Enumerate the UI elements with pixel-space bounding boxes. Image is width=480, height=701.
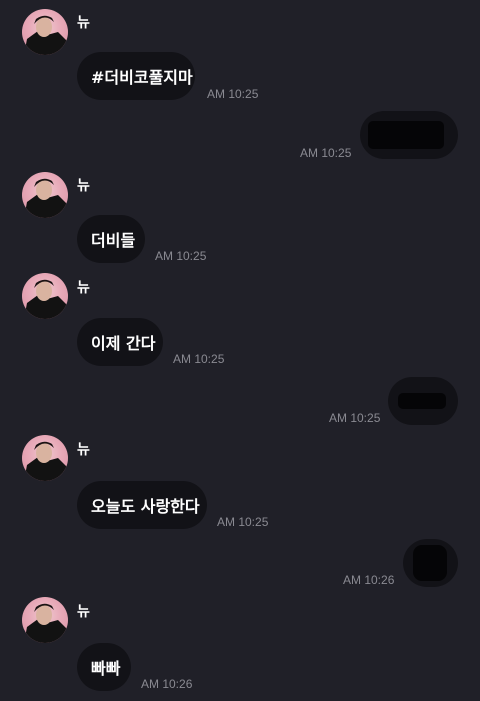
profile-photo [24,441,68,481]
redaction-mark [413,545,447,581]
own-message-bubble[interactable] [360,111,458,159]
redaction-mark [398,393,446,409]
profile-photo [24,279,68,319]
sender-name: 뉴 [77,280,90,296]
message-text: #더비코풀지마 [91,68,193,87]
message-text: 더비들 [91,231,136,250]
avatar[interactable] [22,597,68,643]
message-text: 오늘도 사랑한다 [91,497,200,516]
message-time: AM 10:26 [343,573,395,587]
profile-photo [24,603,68,643]
avatar[interactable] [22,273,68,319]
message-bubble[interactable]: 이제 간다 [77,318,163,366]
message-time: AM 10:25 [207,87,259,101]
sender-name: 뉴 [77,442,90,458]
avatar[interactable] [22,435,68,481]
profile-photo [24,178,68,218]
redaction-mark [368,121,444,149]
message-time: AM 10:26 [141,677,193,691]
message-time: AM 10:25 [217,515,269,529]
message-bubble[interactable]: #더비코풀지마 [77,52,195,100]
own-message-bubble[interactable] [403,539,458,587]
avatar[interactable] [22,9,68,55]
profile-photo [24,15,68,55]
message-text: 빠빠 [91,659,121,678]
sender-name: 뉴 [77,15,90,31]
message-time: AM 10:25 [155,249,207,263]
sender-name: 뉴 [77,604,90,620]
message-time: AM 10:25 [173,352,225,366]
message-bubble[interactable]: 빠빠 [77,643,131,691]
message-text: 이제 간다 [91,334,156,353]
own-message-bubble[interactable] [388,377,458,425]
message-bubble[interactable]: 더비들 [77,215,145,263]
avatar[interactable] [22,172,68,218]
message-time: AM 10:25 [329,411,381,425]
sender-name: 뉴 [77,178,90,194]
message-bubble[interactable]: 오늘도 사랑한다 [77,481,207,529]
message-time: AM 10:25 [300,146,352,160]
